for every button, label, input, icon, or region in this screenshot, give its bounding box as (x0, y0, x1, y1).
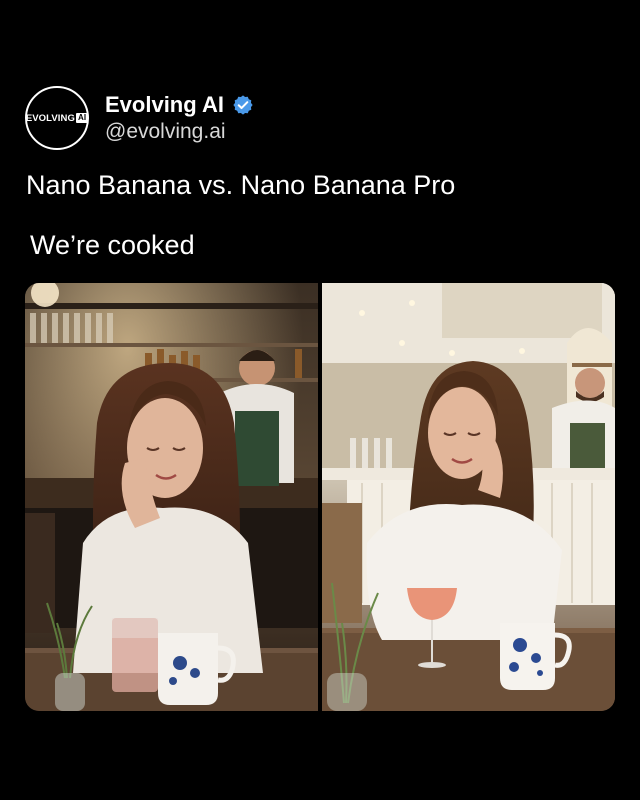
post-title: Nano Banana vs. Nano Banana Pro (26, 170, 456, 200)
display-name[interactable]: Evolving AI (105, 92, 224, 118)
nano-banana-scene (25, 283, 318, 711)
nano-banana-pro-scene (322, 283, 615, 711)
avatar-logo-text: EVOLVING (25, 112, 75, 124)
name-row: Evolving AI (105, 92, 254, 118)
comparison-image[interactable] (25, 283, 615, 711)
avatar-logo-badge: AI (76, 113, 89, 123)
account-handle[interactable]: @evolving.ai (105, 120, 226, 144)
verified-check-icon (233, 95, 253, 115)
avatar-logo: EVOLVING AI (25, 112, 89, 124)
post-caption: We’re cooked (30, 230, 195, 260)
avatar[interactable]: EVOLVING AI (25, 86, 89, 150)
nano-banana-pro-image[interactable] (322, 283, 615, 711)
post-header: EVOLVING AI Evolving AI @evolving.ai (25, 86, 615, 156)
nano-banana-image[interactable] (25, 283, 318, 711)
